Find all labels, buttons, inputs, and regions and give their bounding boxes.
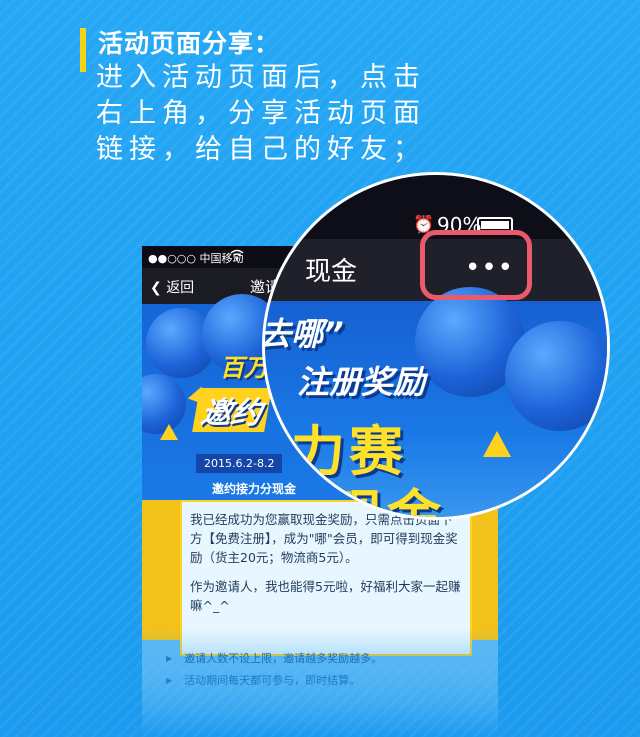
back-label: 返回: [166, 280, 195, 296]
rules-list: 邀请人数不设上限，邀请越多奖励越多。 活动期间每天都可参与，即时结算。: [166, 648, 382, 692]
triangle-decoration: [483, 431, 511, 457]
triangle-decoration: [160, 424, 178, 440]
rule-item: 活动期间每天都可参与，即时结算。: [166, 670, 382, 692]
banner-invite: 邀约: [192, 388, 272, 432]
balloon-decoration: [505, 321, 607, 431]
zoomed-headline: 去哪”: [262, 315, 344, 353]
zoomed-page-title: 现金: [305, 257, 358, 287]
chevron-left-icon: ❮: [150, 280, 162, 296]
invite-message-bonus: 作为邀请人，我也能得5元啦，好福利大家一起赚嘛^_^: [190, 579, 461, 613]
banner-hundred: 百万: [220, 354, 268, 382]
invite-message-card: 我已经成功为您赢取现金奖励，只需点击页面下方【免费注册】，成为"哪"会员，即可得…: [180, 500, 472, 656]
wifi-icon: [230, 249, 244, 264]
accent-bar: [80, 28, 86, 72]
instruction-title: 活动页面分享：: [98, 29, 281, 58]
back-button[interactable]: ❮ 返回: [150, 277, 194, 297]
instruction-text: 进入活动页面后，点击右上角，分享活动页面链接，给自己的好友；: [96, 62, 426, 165]
zoomed-big-text: 现金: [329, 484, 445, 520]
rule-item: 邀请人数不设上限，邀请越多奖励越多。: [166, 648, 382, 670]
card-frame-left: [142, 500, 180, 640]
highlight-box: [420, 230, 532, 300]
card-frame-right: [472, 500, 498, 640]
zoomed-subheadline: 注册奖励: [297, 363, 426, 401]
magnifier-callout: ⏰ 90% 现金 ••• 去哪” 注册奖励 力赛 现金: [262, 172, 610, 520]
